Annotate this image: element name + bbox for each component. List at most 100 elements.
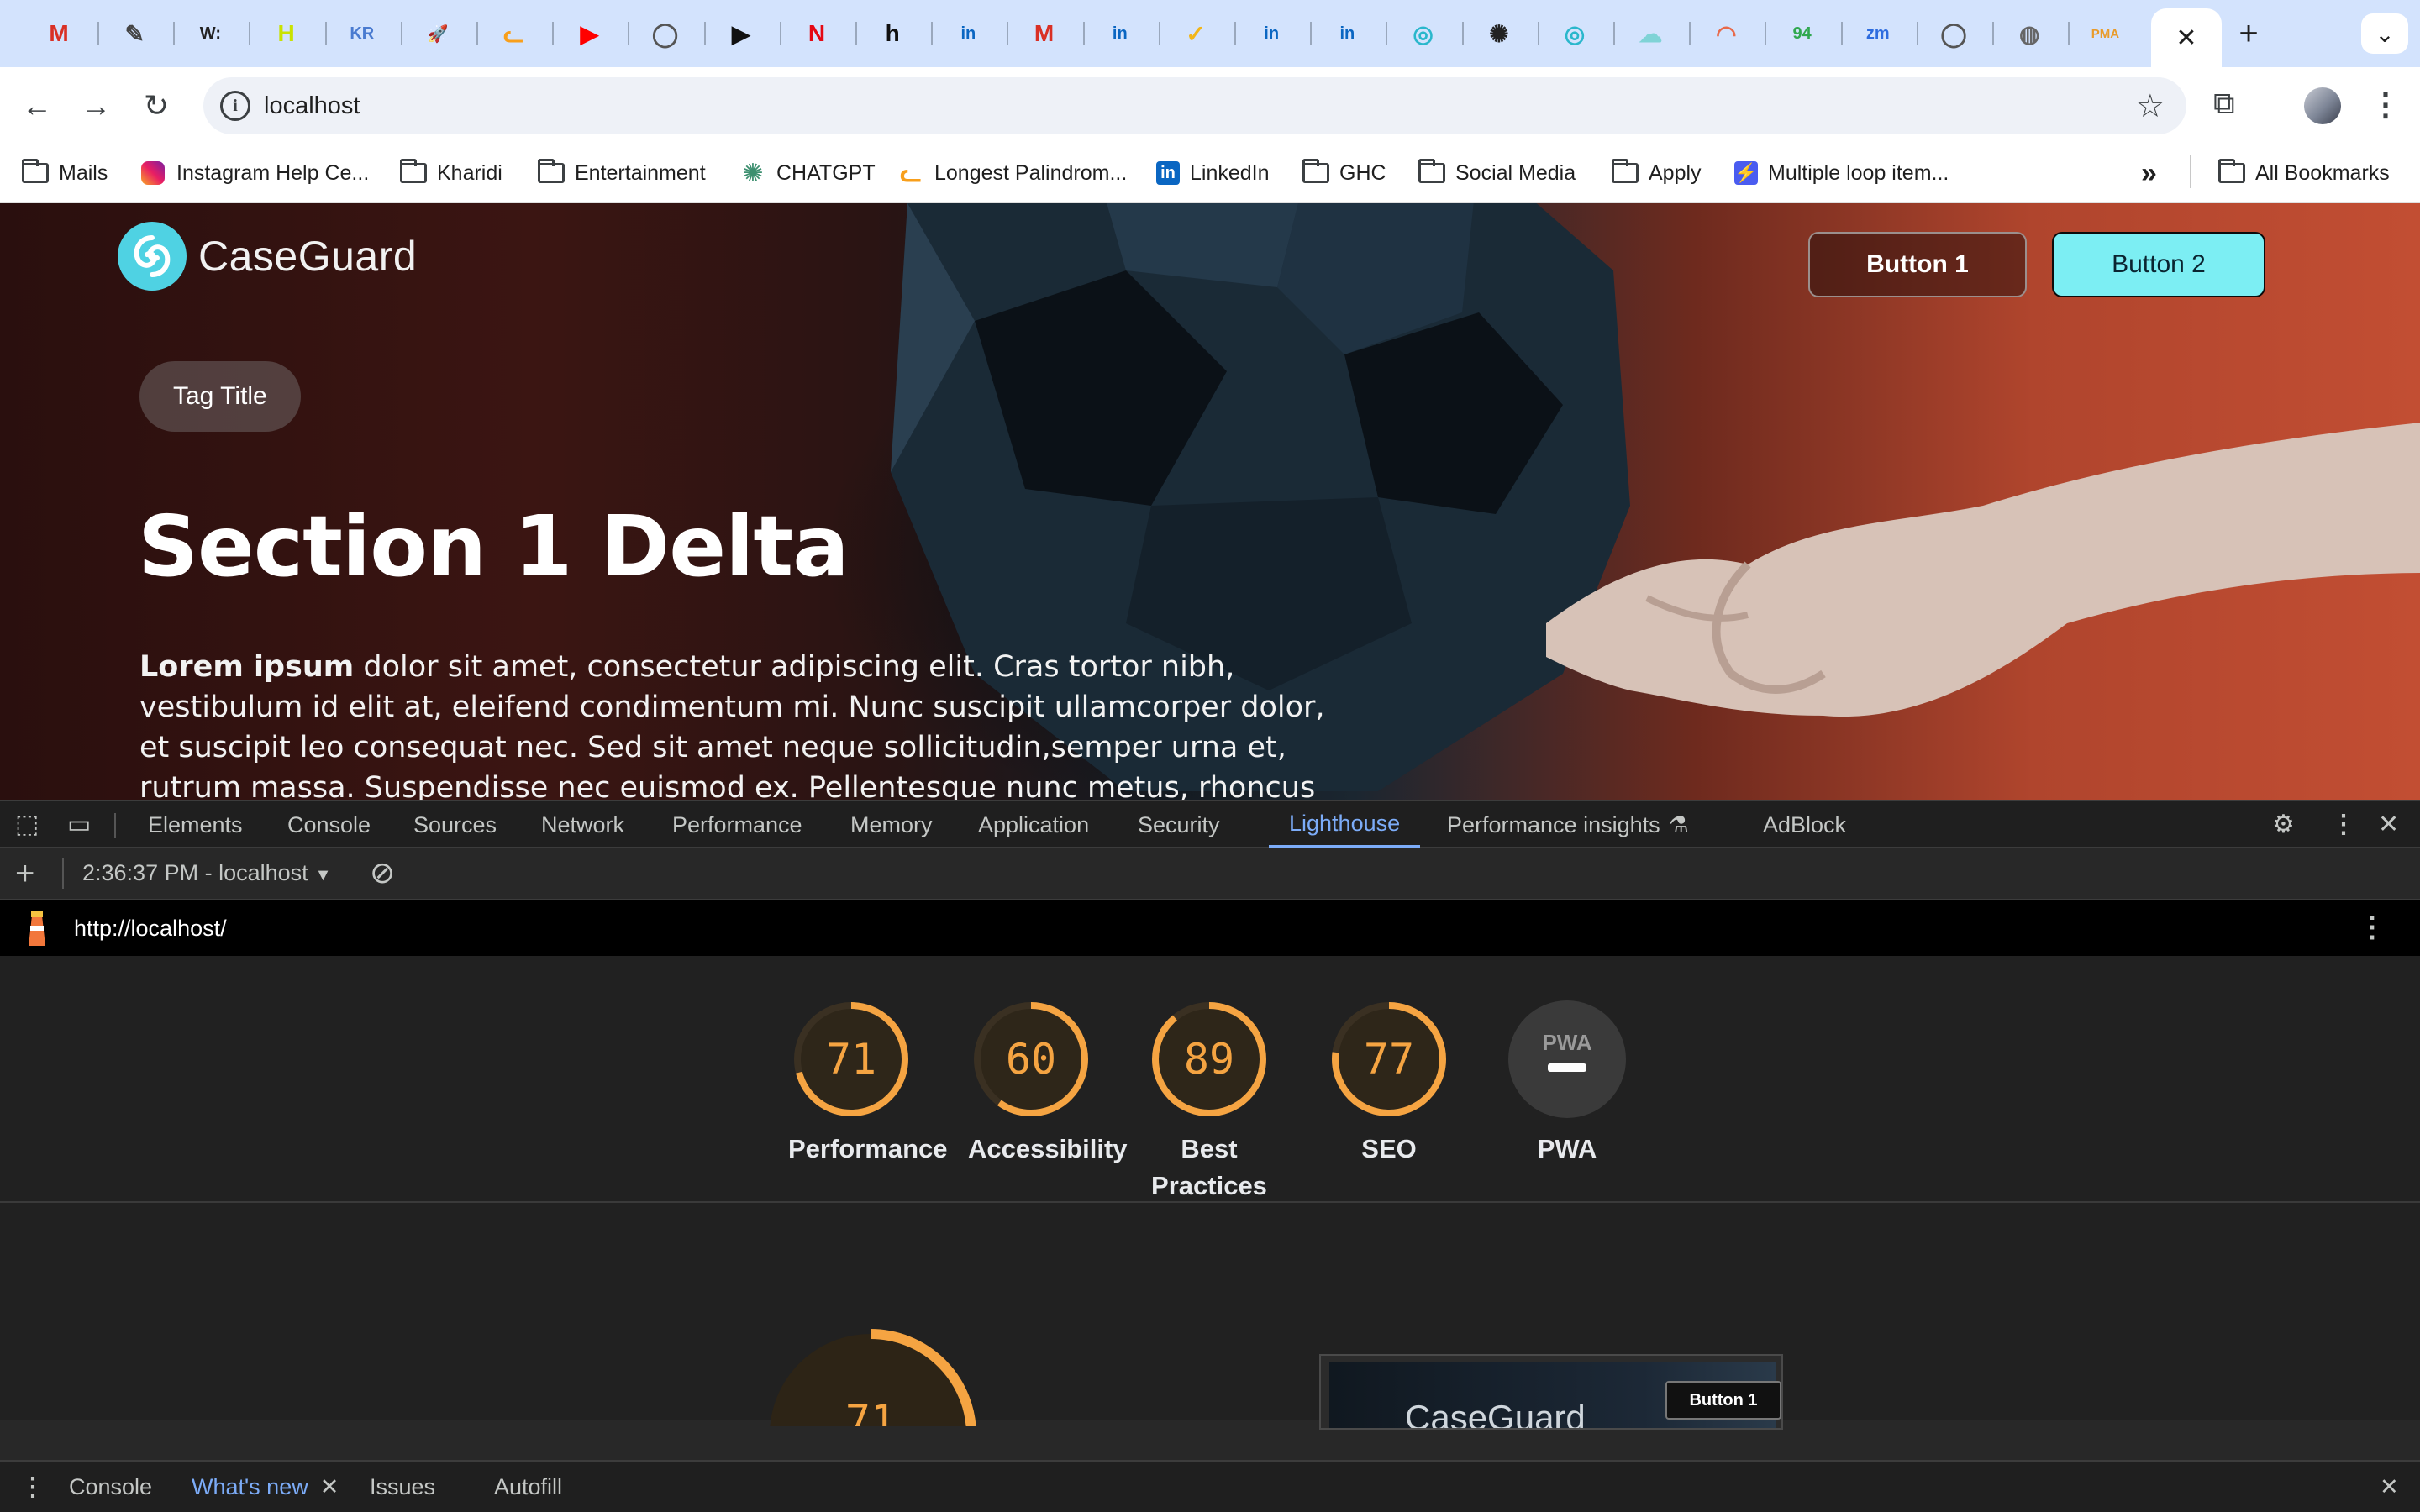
profile-avatar[interactable]: [2304, 87, 2341, 124]
new-tab-button[interactable]: +: [2228, 13, 2269, 54]
tab-adblock[interactable]: AdBlock: [1763, 801, 1846, 848]
bookmark-chatgpt[interactable]: ✺ CHATGPT: [739, 158, 875, 188]
caseguard-icon[interactable]: ◎: [1558, 17, 1591, 50]
kr-icon[interactable]: KR: [345, 17, 379, 50]
gmail-icon[interactable]: M: [1028, 17, 1061, 50]
forward-button[interactable]: →: [76, 86, 116, 126]
tab-sources[interactable]: Sources: [413, 801, 497, 848]
close-devtools-icon[interactable]: ✕: [2378, 810, 2399, 839]
bookmark-longest-palindrome[interactable]: ᓚ Longest Palindrom...: [897, 158, 1127, 188]
tab-lighthouse[interactable]: Lighthouse: [1269, 801, 1421, 848]
close-tab-icon[interactable]: ✕: [320, 1474, 339, 1500]
gauge-pwa[interactable]: PWA PWA: [1504, 996, 1630, 1168]
close-drawer-icon[interactable]: ✕: [2380, 1462, 2399, 1512]
tab-performance-insights[interactable]: Performance insights ⚗: [1447, 801, 1689, 848]
button-1[interactable]: Button 1: [1808, 232, 2027, 297]
tab-separator: [1310, 22, 1313, 45]
chatgpt-icon[interactable]: ✺: [1482, 17, 1516, 50]
chat-icon[interactable]: 94: [1786, 17, 1819, 50]
jira-icon[interactable]: ✓: [1179, 17, 1213, 50]
devtools-menu-icon[interactable]: ⋮: [2331, 810, 2356, 839]
report-selector[interactable]: 2:36:37 PM - localhost ▼: [82, 860, 331, 886]
zoom-icon[interactable]: zm: [1861, 17, 1895, 50]
folder-icon: [22, 159, 49, 186]
bookmark-apply[interactable]: Apply: [1612, 158, 1702, 188]
bookmark-multiple-loop[interactable]: ⚡ Multiple loop item...: [1734, 158, 1949, 188]
device-toolbar-icon[interactable]: ▭: [67, 810, 91, 839]
linkedin-icon[interactable]: in: [1330, 17, 1364, 50]
active-tab[interactable]: ✕: [2151, 8, 2222, 67]
site-logo[interactable]: CaseGuard: [118, 222, 417, 291]
button-2[interactable]: Button 2: [2052, 232, 2265, 297]
hackerrank-icon[interactable]: h: [876, 17, 909, 50]
drawer-tab-issues[interactable]: Issues: [370, 1462, 435, 1512]
play-icon[interactable]: ▶: [724, 17, 758, 50]
bookmark-linkedin[interactable]: in LinkedIn: [1156, 158, 1270, 188]
clear-reports-icon[interactable]: ⊘: [370, 855, 395, 890]
hashnode-icon[interactable]: H: [270, 17, 303, 50]
tab-search-button[interactable]: ⌄: [2361, 13, 2408, 54]
tab-separator: [1007, 22, 1009, 45]
drawer-tab-whats-new[interactable]: What's new ✕: [192, 1462, 339, 1512]
gauge-seo[interactable]: 77 SEO: [1326, 996, 1452, 1168]
github-icon[interactable]: ◯: [649, 17, 682, 50]
settings-icon[interactable]: ⚙: [2272, 810, 2295, 839]
gauge-accessibility[interactable]: 60 Accessibility: [968, 996, 1128, 1168]
rainbow-icon[interactable]: ◠: [1709, 17, 1743, 50]
gauge-best-practices[interactable]: 89 Best Practices: [1146, 996, 1272, 1205]
linkedin-icon[interactable]: in: [1103, 17, 1137, 50]
all-bookmarks-label: All Bookmarks: [2255, 160, 2390, 185]
tab-elements[interactable]: Elements: [148, 801, 243, 848]
drawer-tab-autofill[interactable]: Autofill: [494, 1462, 562, 1512]
report-menu-icon[interactable]: ⋮: [2358, 911, 2386, 944]
caseguard-icon[interactable]: ◎: [1407, 17, 1440, 50]
report-url[interactable]: http://localhost/: [74, 916, 227, 942]
gauge-label: Accessibility: [968, 1134, 1128, 1163]
github-icon[interactable]: ◯: [1937, 17, 1970, 50]
gauge-performance[interactable]: 71 Performance: [788, 996, 948, 1168]
bookmark-instagram-help[interactable]: Instagram Help Ce...: [139, 158, 369, 188]
rocket-icon[interactable]: 🚀: [421, 17, 455, 50]
tab-memory[interactable]: Memory: [850, 801, 933, 848]
bookmark-kharidi[interactable]: Kharidi: [400, 158, 502, 188]
tab-application[interactable]: Application: [978, 801, 1089, 848]
bookmark-mails[interactable]: Mails: [22, 158, 108, 188]
inspect-element-icon[interactable]: ⬚: [15, 810, 39, 839]
close-tab-icon[interactable]: ✕: [2175, 24, 2196, 53]
leetcode-icon[interactable]: ᓚ: [497, 17, 530, 50]
tab-security[interactable]: Security: [1138, 801, 1220, 848]
page-screenshot-thumbnail[interactable]: CaseGuard Button 1: [1319, 1354, 1783, 1430]
notes-icon[interactable]: ✎: [118, 17, 151, 50]
address-text[interactable]: localhost: [264, 92, 360, 120]
back-button[interactable]: ←: [17, 86, 57, 126]
reload-button[interactable]: ↻: [136, 86, 176, 126]
ghost-icon[interactable]: ◍: [2012, 17, 2046, 50]
extensions-icon[interactable]: ⧉: [2213, 86, 2235, 122]
bookmark-ghc[interactable]: GHC: [1302, 158, 1386, 188]
bookmark-social-media[interactable]: Social Media: [1418, 158, 1576, 188]
bookmarks-overflow-icon[interactable]: »: [2141, 157, 2157, 189]
all-bookmarks[interactable]: All Bookmarks: [2218, 158, 2390, 188]
gmail-icon[interactable]: M: [42, 17, 76, 50]
bookmark-star-icon[interactable]: ☆: [2136, 87, 2165, 125]
lighthouse-report: 71 Performance 60 Accessibility 89 Best Pract…: [0, 956, 2420, 1430]
drawer-tab-console[interactable]: Console: [69, 1462, 152, 1512]
linkedin-icon[interactable]: in: [951, 17, 985, 50]
linkedin-icon[interactable]: in: [1255, 17, 1288, 50]
tab-performance[interactable]: Performance: [672, 801, 802, 848]
browser-menu-icon[interactable]: ⋮: [2370, 86, 2402, 123]
cloud-icon[interactable]: ☁: [1634, 17, 1667, 50]
lighthouse-url-bar: http://localhost/ ⋮: [0, 900, 2420, 956]
tab-separator: [1461, 22, 1464, 45]
youtube-icon[interactable]: ▶: [572, 17, 606, 50]
drawer-menu-icon[interactable]: ⋮: [20, 1462, 45, 1512]
address-bar[interactable]: i localhost ☆: [203, 77, 2186, 134]
netflix-icon[interactable]: N: [800, 17, 834, 50]
pma-icon[interactable]: PMA: [2088, 17, 2122, 50]
add-report-icon[interactable]: +: [15, 855, 34, 893]
site-info-icon[interactable]: i: [220, 91, 250, 121]
bookmark-entertainment[interactable]: Entertainment: [538, 158, 706, 188]
tab-network[interactable]: Network: [541, 801, 624, 848]
tab-console[interactable]: Console: [287, 801, 371, 848]
wiki-icon[interactable]: W:: [193, 17, 227, 50]
